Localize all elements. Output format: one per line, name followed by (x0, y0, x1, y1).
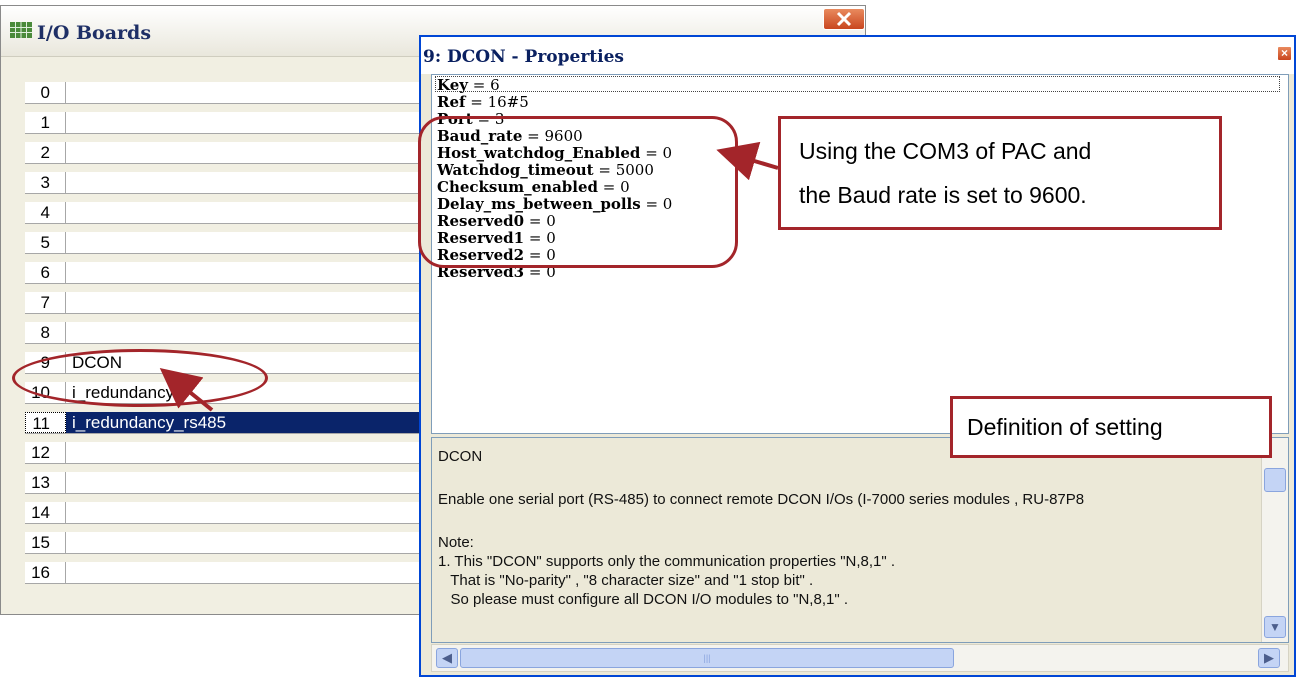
arrow-line (716, 141, 779, 181)
annotation-arrows (159, 141, 779, 412)
arrow-line (159, 367, 214, 412)
